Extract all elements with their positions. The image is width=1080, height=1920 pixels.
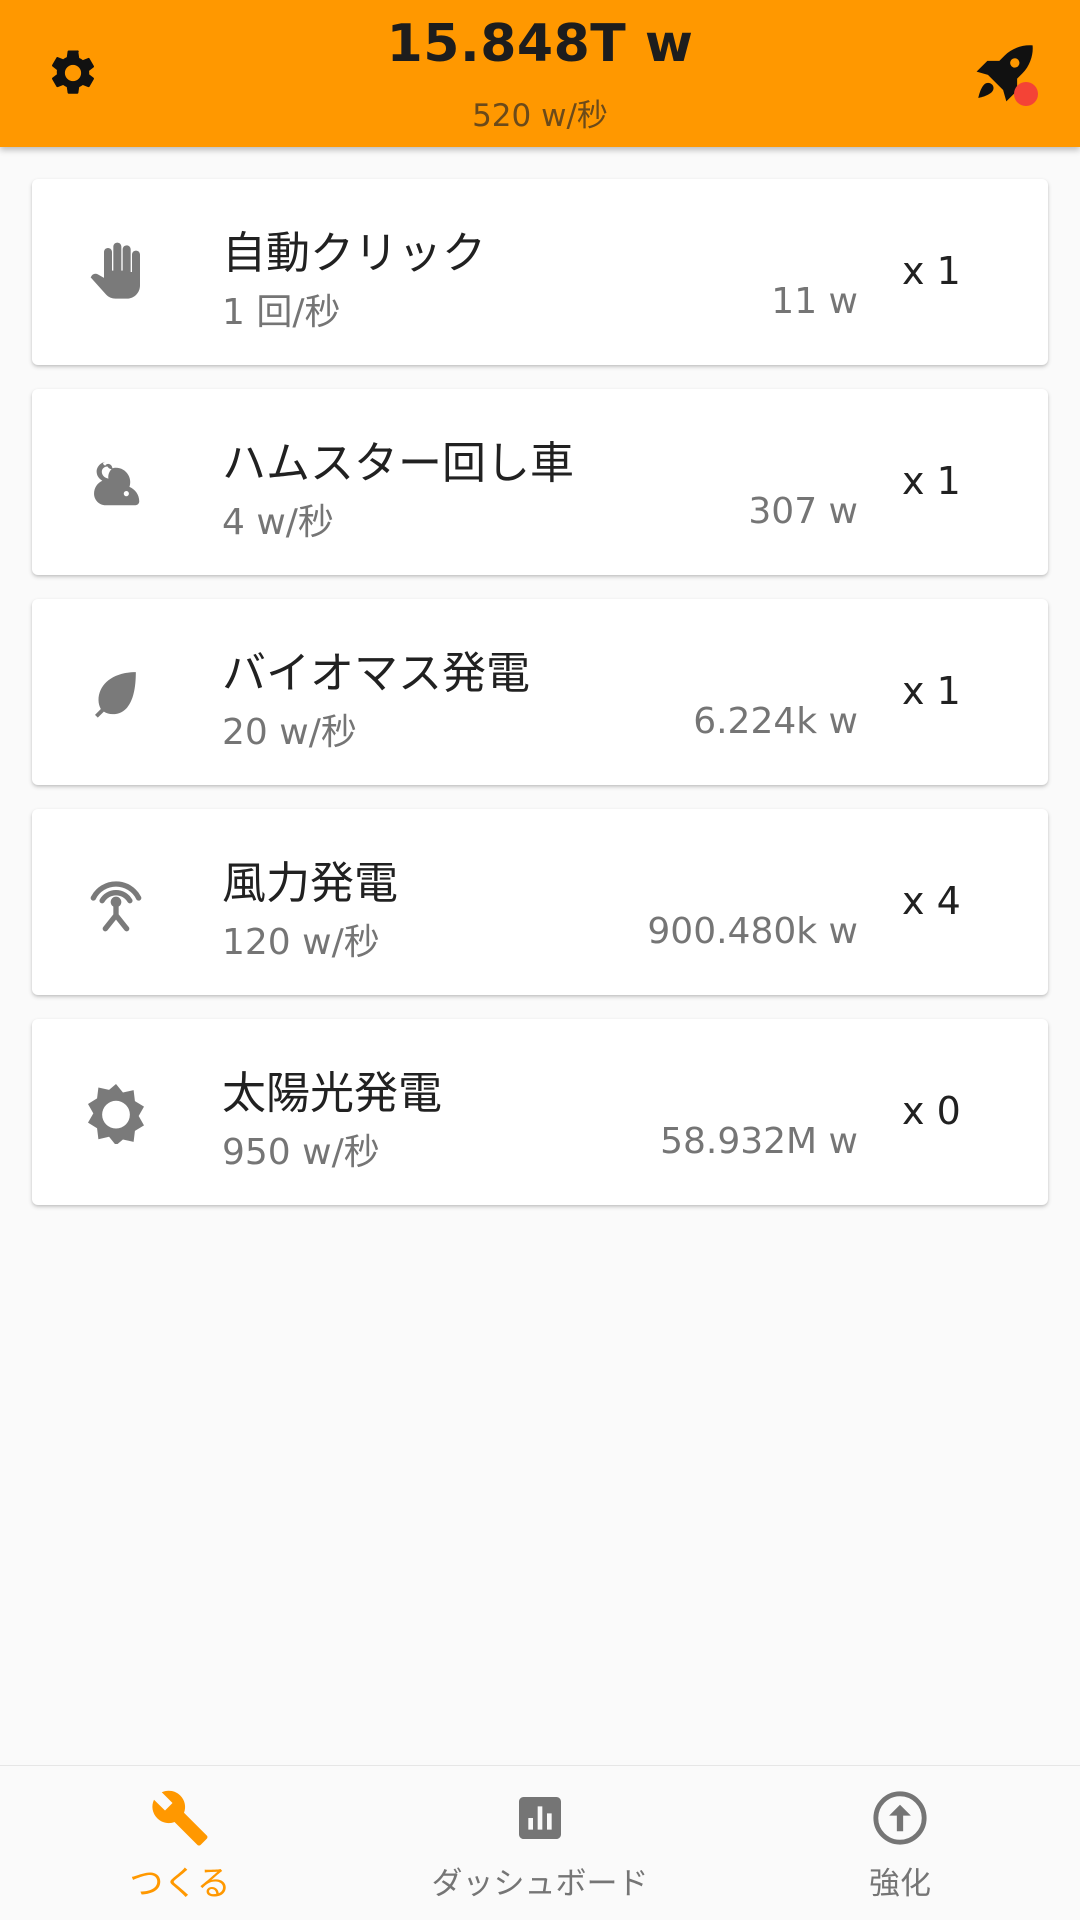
total-energy: 15.848T w bbox=[386, 14, 694, 74]
app-bar: 15.848T w 520 w/秒 bbox=[0, 0, 1080, 147]
wrench-icon bbox=[150, 1788, 210, 1848]
leaf-icon bbox=[78, 654, 154, 730]
generator-name: バイオマス発電 bbox=[222, 648, 530, 699]
nav-tab-upgrade[interactable]: 強化 bbox=[720, 1766, 1080, 1920]
generator-rate: 20 w/秒 bbox=[222, 712, 357, 753]
generator-cost: 11 w bbox=[771, 281, 858, 322]
generator-count: x 0 bbox=[902, 1089, 961, 1133]
generator-cost: 307 w bbox=[748, 491, 858, 532]
notification-badge bbox=[1014, 82, 1038, 106]
generator-solar[interactable]: 太陽光発電 950 w/秒 58.932M w x 0 bbox=[32, 1019, 1048, 1205]
nav-tab-dashboard[interactable]: ダッシュボード bbox=[360, 1766, 720, 1920]
generator-cost: 900.480k w bbox=[647, 911, 858, 952]
generator-wind[interactable]: 風力発電 120 w/秒 900.480k w x 4 bbox=[32, 809, 1048, 995]
upgrade-arrow-icon bbox=[870, 1788, 930, 1848]
energy-rate: 520 w/秒 bbox=[472, 98, 608, 134]
nav-label: つくる bbox=[129, 1864, 231, 1904]
generator-name: 太陽光発電 bbox=[222, 1068, 442, 1119]
generator-name: ハムスター回し車 bbox=[222, 438, 574, 489]
wind-tower-icon bbox=[78, 864, 154, 940]
generator-count: x 1 bbox=[902, 459, 961, 503]
generator-auto-click[interactable]: 自動クリック 1 回/秒 11 w x 1 bbox=[32, 179, 1048, 365]
bottom-navigation: つくる ダッシュボード 強化 bbox=[0, 1765, 1080, 1920]
generator-count: x 1 bbox=[902, 249, 961, 293]
generator-count: x 1 bbox=[902, 669, 961, 713]
generator-list: 自動クリック 1 回/秒 11 w x 1 ハムスター回し車 4 w/秒 307… bbox=[32, 179, 1048, 1229]
generator-cost: 58.932M w bbox=[660, 1121, 858, 1162]
generator-count: x 4 bbox=[902, 879, 961, 923]
nav-tab-build[interactable]: つくる bbox=[0, 1766, 360, 1920]
generator-hamster-wheel[interactable]: ハムスター回し車 4 w/秒 307 w x 1 bbox=[32, 389, 1048, 575]
sun-icon bbox=[78, 1074, 154, 1150]
generator-name: 自動クリック bbox=[222, 228, 486, 279]
generator-rate: 120 w/秒 bbox=[222, 922, 380, 963]
generator-cost: 6.224k w bbox=[693, 701, 858, 742]
generator-rate: 950 w/秒 bbox=[222, 1132, 380, 1173]
generator-rate: 4 w/秒 bbox=[222, 502, 334, 543]
generator-name: 風力発電 bbox=[222, 858, 398, 909]
nav-label: 強化 bbox=[869, 1866, 931, 1902]
boost-button[interactable] bbox=[966, 36, 1042, 112]
generator-biomass[interactable]: バイオマス発電 20 w/秒 6.224k w x 1 bbox=[32, 599, 1048, 785]
bar-chart-icon bbox=[510, 1788, 570, 1848]
nav-label: ダッシュボード bbox=[431, 1866, 649, 1902]
hand-icon bbox=[78, 234, 154, 310]
generator-rate: 1 回/秒 bbox=[222, 292, 341, 333]
hamster-icon bbox=[78, 444, 154, 520]
